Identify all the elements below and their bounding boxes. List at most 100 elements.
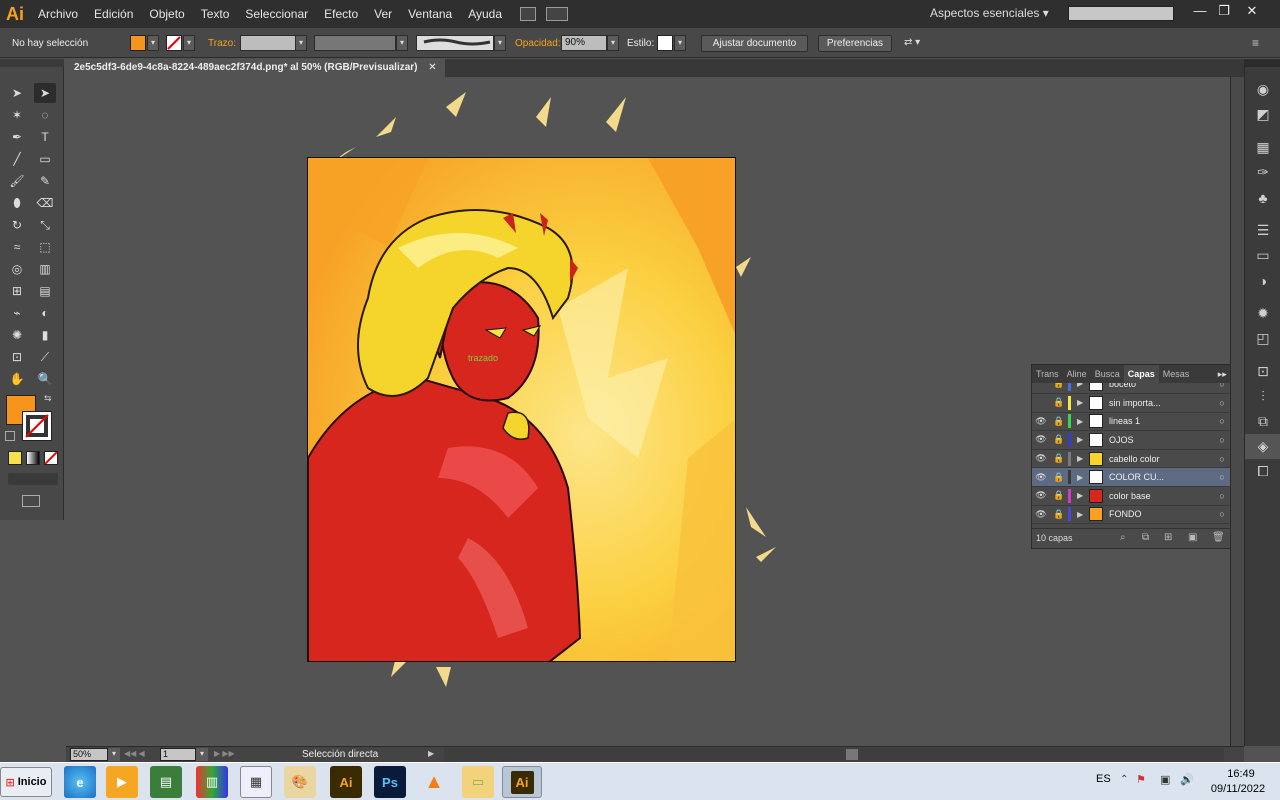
artboard-icon[interactable]: ⊡ xyxy=(6,347,28,367)
menu-ventana[interactable]: Ventana xyxy=(400,7,460,21)
target-icon[interactable]: ○ xyxy=(1212,454,1232,464)
menu-seleccionar[interactable]: Seleccionar xyxy=(237,7,316,21)
lock-icon[interactable]: 🔒 xyxy=(1050,383,1068,389)
layer-row[interactable]: 👁 🔒 ▶ lineas 1 ○ xyxy=(1032,413,1232,432)
pathfinder-icon[interactable]: ⧉ xyxy=(1245,409,1280,434)
rectangle-tool-icon[interactable]: ▭ xyxy=(34,149,56,169)
none-mode-icon[interactable] xyxy=(44,451,58,465)
locate-object-icon[interactable]: ⌕ xyxy=(1120,532,1126,543)
screen-mode-icon[interactable] xyxy=(22,495,40,507)
office-icon[interactable]: ▥ xyxy=(196,766,228,798)
tab-align[interactable]: Aline xyxy=(1063,365,1091,383)
tab-artboards[interactable]: Mesas xyxy=(1159,365,1194,383)
opacity-label[interactable]: Opacidad: xyxy=(515,38,561,49)
blob-brush-icon[interactable]: ⬮ xyxy=(6,193,28,213)
transform-icon[interactable]: ⊡ xyxy=(1245,359,1280,384)
layer-row[interactable]: 🔒 ▶ sin importa... ○ xyxy=(1032,394,1232,413)
layer-row[interactable]: 👁 🔒 ▶ cabello color ○ xyxy=(1032,450,1232,469)
color-mode-icon[interactable] xyxy=(8,451,22,465)
menu-ver[interactable]: Ver xyxy=(366,7,400,21)
action-center-icon[interactable]: ⚑ xyxy=(1136,773,1146,786)
menu-objeto[interactable]: Objeto xyxy=(141,7,192,21)
network-icon[interactable]: ▣ xyxy=(1160,773,1170,786)
lock-icon[interactable]: 🔒 xyxy=(1050,434,1068,445)
align-icon[interactable]: ⫶ xyxy=(1245,384,1280,409)
symbol-sprayer-icon[interactable]: ✺ xyxy=(6,325,28,345)
artboard[interactable]: trazado xyxy=(307,157,736,662)
style-dropdown-icon[interactable]: ▾ xyxy=(674,35,686,51)
zoom-icon[interactable]: 🔍 xyxy=(34,369,56,389)
language-indicator[interactable]: ES xyxy=(1096,773,1111,785)
zoom-field[interactable]: 50% xyxy=(70,748,108,761)
style-swatch[interactable] xyxy=(657,35,673,51)
variable-width-dropdown-icon[interactable]: ▾ xyxy=(396,35,408,51)
artboards-icon[interactable]: ⧠ xyxy=(1245,459,1280,484)
first-artboard-icon[interactable]: ◀◀ ◀ xyxy=(124,749,145,758)
direct-selection-tool-icon[interactable]: ➤ xyxy=(34,83,56,103)
line-tool-icon[interactable]: ╱ xyxy=(6,149,28,169)
target-icon[interactable]: ○ xyxy=(1212,416,1232,426)
monitor-icon[interactable]: ▤ xyxy=(150,766,182,798)
adjust-document-button[interactable]: Ajustar documento xyxy=(701,35,808,52)
calendar-icon[interactable]: ▦ xyxy=(240,766,272,798)
scale-icon[interactable]: ⤡ xyxy=(34,215,56,235)
brushes-icon[interactable]: ✑ xyxy=(1245,160,1280,185)
tab-search[interactable]: Busca xyxy=(1091,365,1124,383)
canvas-vertical-scrollbar[interactable] xyxy=(1230,77,1244,746)
swap-colors-icon[interactable]: ⇆ xyxy=(44,393,52,404)
new-sublayer-icon[interactable]: ⊞ xyxy=(1164,532,1172,543)
preferences-button[interactable]: Preferencias xyxy=(818,35,892,52)
status-menu-icon[interactable]: ▶ xyxy=(428,749,434,758)
perspective-grid-icon[interactable]: ▥ xyxy=(34,259,56,279)
pen-tool-icon[interactable]: ✒ xyxy=(6,127,28,147)
help-search-input[interactable] xyxy=(1068,6,1174,21)
illustrator-active-icon[interactable]: Ai xyxy=(502,766,542,798)
volume-icon[interactable]: 🔊 xyxy=(1180,773,1194,786)
lock-icon[interactable]: 🔒 xyxy=(1050,453,1068,464)
paintbrush-icon[interactable]: 🖌 xyxy=(6,171,28,191)
layer-row[interactable]: 👁 🔒 ▶ color base ○ xyxy=(1032,487,1232,506)
clock-time[interactable]: 16:49 xyxy=(1216,768,1266,780)
target-icon[interactable]: ○ xyxy=(1212,435,1232,445)
horizontal-scroll-thumb[interactable] xyxy=(846,749,858,760)
transparency-icon[interactable]: ◑ xyxy=(1245,268,1280,293)
layer-row-selected[interactable]: 👁 🔒 ▶ COLOR CU... ○ xyxy=(1032,468,1232,487)
gradient-panel-icon[interactable]: ▭ xyxy=(1245,243,1280,268)
close-tab-icon[interactable]: ✕ xyxy=(428,62,436,73)
stroke-label[interactable]: Trazo: xyxy=(208,38,236,49)
graphic-styles-icon[interactable]: ◰ xyxy=(1245,326,1280,351)
vlc-icon[interactable]: ▲ xyxy=(418,766,450,798)
lock-icon[interactable]: 🔒 xyxy=(1050,509,1068,520)
visibility-icon[interactable]: 👁 xyxy=(1032,416,1050,427)
slice-icon[interactable]: ⟋ xyxy=(34,347,56,367)
paint-icon[interactable]: 🎨 xyxy=(284,766,316,798)
free-transform-icon[interactable]: ⬚ xyxy=(34,237,56,257)
document-tab[interactable]: 2e5c5df3-6de9-4c8a-8224-489aec2f374d.png… xyxy=(66,59,445,77)
column-graph-icon[interactable]: ▮ xyxy=(34,325,56,345)
eyedropper-icon[interactable]: ⌁ xyxy=(6,303,28,323)
delete-layer-icon[interactable]: 🗑 xyxy=(1212,532,1225,543)
lasso-icon[interactable]: ◌ xyxy=(34,105,56,125)
panel-collapse-icon[interactable]: ▸▸ xyxy=(1214,365,1231,383)
lock-icon[interactable]: 🔒 xyxy=(1050,416,1068,427)
workspace-switcher[interactable]: Aspectos esenciales ▾ xyxy=(930,6,1049,20)
gradient-icon[interactable]: ▤ xyxy=(34,281,56,301)
fill-swatch[interactable] xyxy=(130,35,146,51)
bridge-icon[interactable] xyxy=(520,7,537,21)
tab-transform[interactable]: Trans xyxy=(1032,365,1063,383)
layers-icon[interactable]: ◈ xyxy=(1245,434,1280,459)
shape-builder-icon[interactable]: ◎ xyxy=(6,259,28,279)
symbols-icon[interactable]: ♣ xyxy=(1245,185,1280,210)
swatches-icon[interactable]: ▦ xyxy=(1245,135,1280,160)
artboard-dropdown-icon[interactable]: ▾ xyxy=(196,748,208,761)
layer-row[interactable]: 👁 🔒 ▶ FONDO ○ xyxy=(1032,506,1232,525)
visibility-icon[interactable]: 👁 xyxy=(1032,472,1050,483)
illustrator-icon[interactable]: Ai xyxy=(330,766,362,798)
restore-button[interactable]: ❐ xyxy=(1212,3,1236,21)
start-button[interactable]: ⊞ Inicio xyxy=(0,767,52,797)
expand-icon[interactable]: ▶ xyxy=(1077,473,1089,482)
warp-icon[interactable]: ≈ xyxy=(6,237,28,257)
brush-definition-field[interactable] xyxy=(416,35,494,51)
expand-icon[interactable]: ▶ xyxy=(1077,510,1089,519)
variable-width-field[interactable] xyxy=(314,35,396,51)
